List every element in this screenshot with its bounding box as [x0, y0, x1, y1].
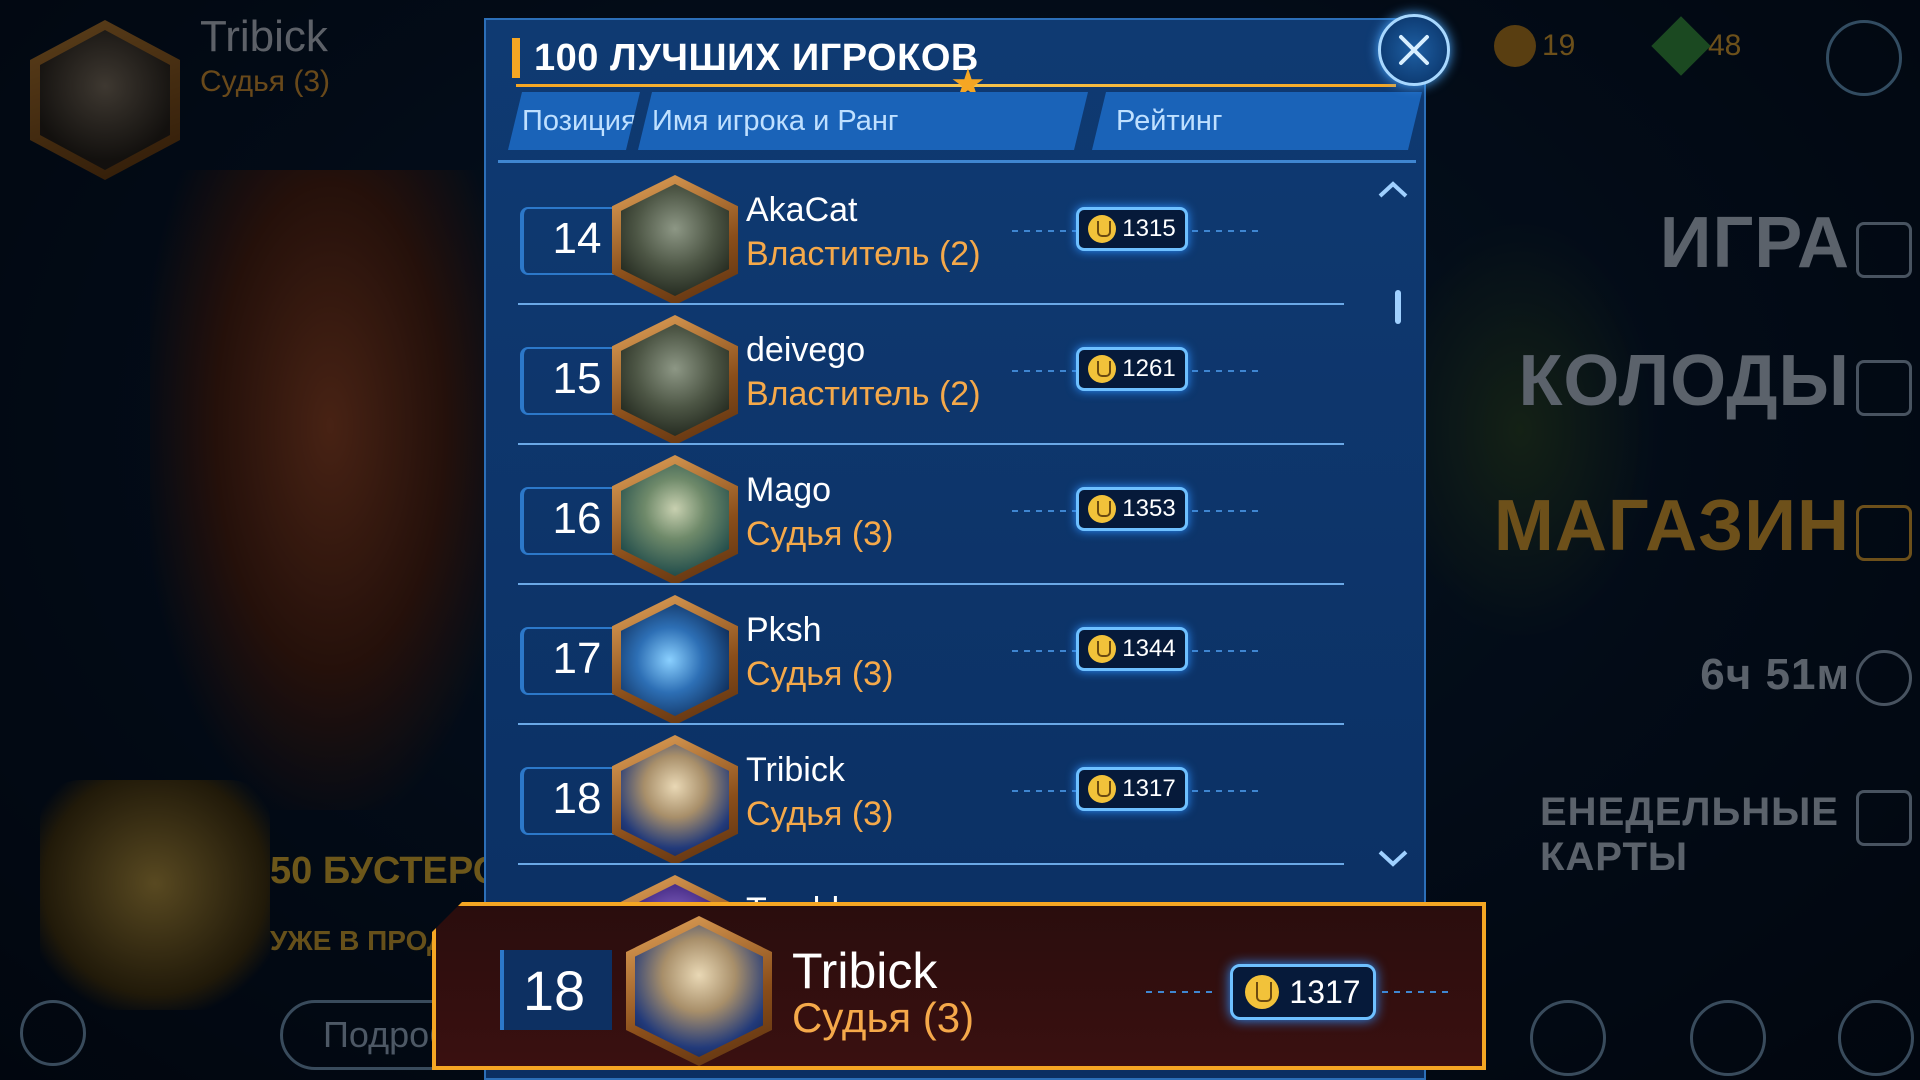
rank-number: 17 [552, 634, 602, 683]
player-rank: Судья (3) [746, 515, 894, 553]
column-headers: Позиция Имя игрока и Ранг Рейтинг [508, 92, 1408, 158]
modal-title: 100 ЛУЧШИХ ИГРОКОВ [534, 36, 979, 79]
list-item[interactable]: 17 Pksh Судья (3) 1344 [512, 585, 1372, 725]
trophy-icon [1088, 635, 1117, 663]
rating-value: 1315 [1122, 215, 1176, 242]
self-rank-number: 18 [522, 958, 586, 1022]
rating-display: 1344 [1012, 627, 1262, 675]
rocket-icon [1856, 650, 1912, 706]
background-profile: Tribick Судья (3) [20, 10, 500, 180]
header-divider [498, 160, 1416, 163]
trophy-icon [1245, 975, 1280, 1009]
profile-name: Tribick [200, 12, 328, 61]
menu-weekly-cards[interactable]: ЕНЕДЕЛЬНЫЕ КАРТЫ [1540, 790, 1850, 880]
rating-value: 1344 [1122, 635, 1176, 662]
deck-icon [1856, 360, 1912, 416]
leaderboard-icon[interactable] [1530, 1000, 1606, 1076]
player-name: Mago [746, 471, 832, 509]
rating-display: 1353 [1012, 487, 1262, 535]
player-name: deivego [746, 331, 866, 369]
list-item[interactable]: 14 AkaCat Властитель (2) 1315 [512, 165, 1372, 305]
rating-display: 1261 [1012, 347, 1262, 395]
coin-value: 19 [1542, 29, 1576, 62]
profile-avatar [30, 20, 180, 180]
self-rating-value: 1317 [1289, 973, 1361, 1010]
player-rank: Судья (3) [746, 655, 894, 693]
player-avatar[interactable] [612, 735, 738, 865]
self-rating-display: 1317 [1146, 964, 1452, 1020]
rating-badge: 1317 [1076, 767, 1188, 811]
trophy-icon [1088, 215, 1117, 243]
trophy-icon [1088, 775, 1117, 803]
rank-number: 16 [552, 494, 602, 543]
list-item[interactable]: 18 Tribick Судья (3) 1317 [512, 725, 1372, 865]
scroll-down-icon[interactable] [1376, 846, 1410, 872]
book-icon[interactable] [1690, 1000, 1766, 1076]
trophy-icon [1088, 355, 1117, 383]
rating-badge: 1353 [1076, 487, 1188, 531]
player-avatar[interactable] [612, 455, 738, 585]
self-name: Tribick [792, 943, 938, 999]
close-icon [1399, 35, 1429, 65]
player-rank: Судья (3) [746, 795, 894, 833]
chat-icon[interactable] [20, 1000, 86, 1066]
list-item[interactable]: 16 Mago Судья (3) 1353 [512, 445, 1372, 585]
rating-display: 1315 [1012, 207, 1262, 255]
player-rank: Властитель (2) [746, 375, 981, 413]
hero-art [150, 170, 510, 810]
menu-icon[interactable] [1838, 1000, 1914, 1076]
gem-icon [1651, 16, 1711, 76]
player-name: AkaCat [746, 191, 858, 229]
rating-badge: 1261 [1076, 347, 1188, 391]
column-position[interactable]: Позиция [508, 92, 640, 150]
cart-icon [1856, 505, 1912, 561]
menu-game[interactable]: ИГРА [1660, 202, 1850, 284]
leaderboard-list[interactable]: 14 AkaCat Властитель (2) 1315 15 deivego… [512, 165, 1372, 1005]
menu-shop[interactable]: МАГАЗИН [1494, 485, 1850, 567]
booster-pack-image [40, 780, 270, 1010]
rating-badge: 1315 [1076, 207, 1188, 251]
rank-number: 15 [552, 354, 602, 403]
profile-rank: Судья (3) [200, 65, 331, 98]
column-name-rank[interactable]: Имя игрока и Ранг [638, 92, 1088, 150]
fist-icon [1856, 222, 1912, 278]
close-button[interactable] [1378, 14, 1450, 86]
player-avatar[interactable] [612, 595, 738, 725]
trophy-icon [1088, 495, 1117, 523]
column-rating[interactable]: Рейтинг [1092, 92, 1422, 150]
scrollbar-thumb[interactable] [1395, 290, 1401, 324]
friends-icon[interactable] [1826, 20, 1902, 96]
menu-decks[interactable]: КОЛОДЫ [1518, 340, 1850, 422]
rank-number: 18 [552, 774, 602, 823]
self-rating-badge: 1317 [1230, 964, 1376, 1020]
rating-value: 1261 [1122, 355, 1176, 382]
player-name: Tribick [746, 751, 845, 789]
player-name: Pksh [746, 611, 822, 649]
rating-value: 1353 [1122, 495, 1176, 522]
menu-timer: 6ч 51м [1700, 650, 1850, 699]
rating-value: 1317 [1122, 775, 1176, 802]
player-avatar[interactable] [612, 315, 738, 445]
coin-counter: 19 [1494, 25, 1575, 67]
title-accent-bar [512, 38, 520, 78]
player-rank: Властитель (2) [746, 235, 981, 273]
rating-display: 1317 [1012, 767, 1262, 815]
self-avatar[interactable] [626, 916, 772, 1066]
list-item[interactable]: 15 deivego Властитель (2) 1261 [512, 305, 1372, 445]
gem-counter: 48 [1651, 16, 1742, 76]
main-menu: ИГРА КОЛОДЫ МАГАЗИН 6ч 51м ЕНЕДЕЛЬНЫЕ КА… [1494, 180, 1920, 880]
rank-number: 14 [552, 214, 602, 263]
scroll-up-icon[interactable] [1376, 176, 1410, 202]
self-rank: Судья (3) [792, 994, 975, 1041]
current-player-bar[interactable]: 18 Tribick Судья (3) 1317 [432, 902, 1486, 1070]
gem-value: 48 [1708, 29, 1742, 62]
coin-icon [1494, 25, 1536, 67]
modal-header: 100 ЛУЧШИХ ИГРОКОВ [512, 36, 979, 80]
card-icon [1856, 790, 1912, 846]
rating-badge: 1344 [1076, 627, 1188, 671]
player-avatar[interactable] [612, 175, 738, 305]
